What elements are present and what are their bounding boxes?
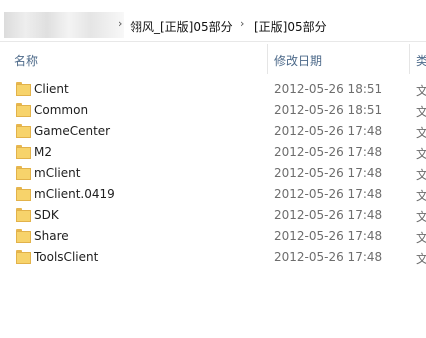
column-header-name[interactable]: 名称 [14, 52, 38, 69]
folder-icon [16, 166, 31, 180]
file-row[interactable]: Common 2012-05-26 18:51 文 [0, 100, 426, 121]
file-type: 文 [416, 105, 426, 119]
file-name: mClient.0419 [34, 187, 115, 201]
file-modified-date: 2012-05-26 17:48 [274, 124, 383, 138]
file-modified-date: 2012-05-26 17:48 [274, 250, 383, 264]
folder-icon [16, 187, 31, 201]
folder-icon [16, 145, 31, 159]
file-modified-date: 2012-05-26 17:48 [274, 208, 383, 222]
column-resize-handle[interactable] [409, 44, 410, 74]
folder-icon [16, 82, 31, 96]
file-type: 文 [416, 252, 426, 266]
file-row[interactable]: mClient.0419 2012-05-26 17:48 文 [0, 184, 426, 205]
column-resize-handle[interactable] [267, 44, 268, 74]
chevron-right-icon[interactable]: › [118, 17, 122, 30]
folder-icon [16, 208, 31, 222]
file-type: 文 [416, 126, 426, 140]
file-row[interactable]: Share 2012-05-26 17:48 文 [0, 226, 426, 247]
file-type: 文 [416, 210, 426, 224]
file-name: mClient [34, 166, 81, 180]
file-name: ToolsClient [34, 250, 99, 264]
file-name: SDK [34, 208, 59, 222]
file-row[interactable]: M2 2012-05-26 17:48 文 [0, 142, 426, 163]
file-modified-date: 2012-05-26 18:51 [274, 82, 383, 96]
file-row[interactable]: ToolsClient 2012-05-26 17:48 文 [0, 247, 426, 268]
file-modified-date: 2012-05-26 18:51 [274, 103, 383, 117]
divider [0, 41, 426, 42]
file-name: GameCenter [34, 124, 111, 138]
file-modified-date: 2012-05-26 17:48 [274, 187, 383, 201]
folder-icon [16, 124, 31, 138]
chevron-right-icon[interactable]: › [240, 17, 244, 30]
file-modified-date: 2012-05-26 17:48 [274, 229, 383, 243]
breadcrumb-item[interactable]: [正版]05部分 [254, 18, 327, 35]
file-modified-date: 2012-05-26 17:48 [274, 166, 383, 180]
file-type: 文 [416, 231, 426, 245]
file-name: Client [34, 82, 69, 96]
file-row[interactable]: Client 2012-05-26 18:51 文 [0, 79, 426, 100]
blurred-path-segment [4, 12, 124, 38]
file-name: M2 [34, 145, 52, 159]
address-bar[interactable]: › 翎风_[正版]05部分 › [正版]05部分 [0, 11, 426, 41]
file-type: 文 [416, 147, 426, 161]
folder-icon [16, 250, 31, 264]
column-header-row: 名称 修改日期 类 [0, 44, 426, 74]
file-type: 文 [416, 84, 426, 98]
column-header-modified[interactable]: 修改日期 [274, 52, 322, 69]
file-type: 文 [416, 189, 426, 203]
file-type: 文 [416, 168, 426, 182]
file-row[interactable]: SDK 2012-05-26 17:48 文 [0, 205, 426, 226]
file-modified-date: 2012-05-26 17:48 [274, 145, 383, 159]
file-name: Common [34, 103, 89, 117]
column-header-type[interactable]: 类 [416, 52, 426, 69]
file-row[interactable]: GameCenter 2012-05-26 17:48 文 [0, 121, 426, 142]
file-name: Share [34, 229, 69, 243]
folder-icon [16, 103, 31, 117]
breadcrumb-item[interactable]: 翎风_[正版]05部分 [130, 18, 233, 35]
folder-icon [16, 229, 31, 243]
file-row[interactable]: mClient 2012-05-26 17:48 文 [0, 163, 426, 184]
